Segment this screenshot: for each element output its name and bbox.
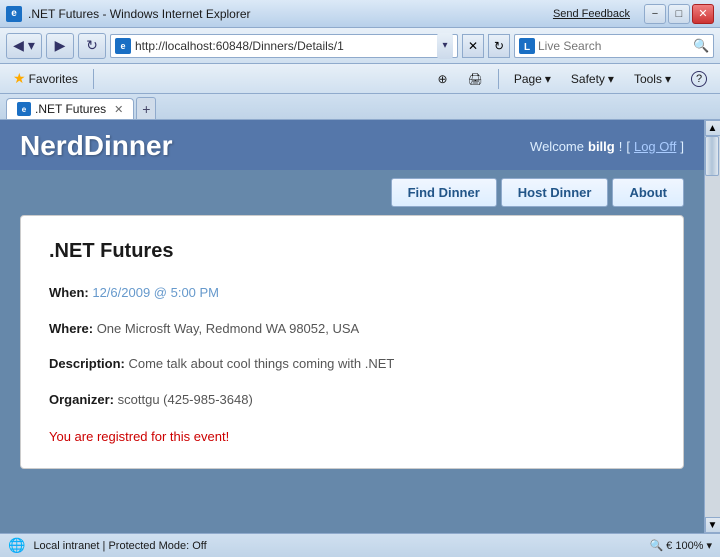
- zoom-icon: 🔍: [649, 539, 663, 552]
- status-bar: 🌐 Local intranet | Protected Mode: Off 🔍…: [0, 533, 720, 557]
- toolbar-sep-1: [93, 69, 94, 89]
- page-icon: e: [115, 38, 131, 54]
- content-area: NerdDinner Welcome billg ! [ Log Off ] F…: [0, 120, 720, 533]
- logoff-suffix: ]: [680, 139, 684, 154]
- scrollbar[interactable]: ▲ ▼: [704, 120, 720, 533]
- organizer-row: Organizer: scottgu (425-985-3648): [49, 390, 655, 410]
- page-menu-button[interactable]: Page ▾: [507, 69, 558, 89]
- username-display: billg: [588, 139, 615, 154]
- zoom-level: € 100%: [666, 540, 703, 552]
- about-button[interactable]: About: [612, 178, 684, 207]
- active-tab[interactable]: e .NET Futures ✕: [6, 98, 134, 119]
- svg-text:L: L: [524, 42, 530, 53]
- address-input[interactable]: [135, 39, 437, 53]
- new-tab-button[interactable]: +: [136, 97, 156, 119]
- close-button[interactable]: ✕: [692, 4, 714, 24]
- find-dinner-button[interactable]: Find Dinner: [391, 178, 497, 207]
- where-value: One Microsft Way, Redmond WA 98052, USA: [97, 321, 360, 336]
- help-button[interactable]: ?: [684, 68, 714, 90]
- organizer-value: scottgu (425-985-3648): [118, 392, 253, 407]
- description-label: Description:: [49, 356, 125, 371]
- welcome-text: Welcome: [530, 139, 584, 154]
- help-icon: ?: [691, 71, 707, 87]
- when-value: 12/6/2009 @ 5:00 PM: [92, 285, 219, 300]
- where-row: Where: One Microsft Way, Redmond WA 9805…: [49, 319, 655, 339]
- host-dinner-button[interactable]: Host Dinner: [501, 178, 609, 207]
- page-content: NerdDinner Welcome billg ! [ Log Off ] F…: [0, 120, 704, 533]
- where-label: Where:: [49, 321, 93, 336]
- registered-message: You are registred for this event!: [49, 429, 655, 444]
- forward-button[interactable]: ▶: [46, 33, 74, 59]
- star-icon: ★: [13, 70, 26, 87]
- rss-button[interactable]: ⊕: [431, 69, 455, 89]
- status-globe-icon: 🌐: [8, 537, 25, 554]
- window-title: .NET Futures - Windows Internet Explorer: [28, 7, 251, 21]
- tools-menu-button[interactable]: Tools ▾: [627, 69, 678, 89]
- organizer-label: Organizer:: [49, 392, 114, 407]
- site-title: NerdDinner: [20, 130, 172, 162]
- title-bar-left: e .NET Futures - Windows Internet Explor…: [6, 6, 251, 22]
- site-header: NerdDinner Welcome billg ! [ Log Off ]: [0, 120, 704, 170]
- safety-menu-button[interactable]: Safety ▾: [564, 69, 621, 89]
- status-zoom: 🔍 € 100% ▾: [649, 539, 712, 552]
- refresh-addr-button[interactable]: ↻: [488, 34, 510, 58]
- scroll-up-button[interactable]: ▲: [705, 120, 720, 136]
- back-button[interactable]: ◀ ▾: [6, 33, 42, 59]
- tab-close-icon[interactable]: ✕: [114, 103, 123, 116]
- search-logo: L: [519, 38, 535, 54]
- search-input[interactable]: [538, 39, 693, 53]
- scroll-track[interactable]: [705, 136, 720, 517]
- title-bar: e .NET Futures - Windows Internet Explor…: [0, 0, 720, 28]
- tab-bar: e .NET Futures ✕ +: [0, 94, 720, 120]
- welcome-area: Welcome billg ! [ Log Off ]: [530, 139, 684, 154]
- toolbar-sep-2: [498, 69, 499, 89]
- address-input-wrap: e ▾: [110, 34, 458, 58]
- site-nav: Find Dinner Host Dinner About: [0, 170, 704, 215]
- description-row: Description: Come talk about cool things…: [49, 354, 655, 374]
- refresh-button[interactable]: ↻: [78, 33, 106, 59]
- dinner-detail-card: .NET Futures When: 12/6/2009 @ 5:00 PM W…: [20, 215, 684, 469]
- logoff-prefix: [: [626, 139, 630, 154]
- status-zone-text: Local intranet | Protected Mode: Off: [33, 540, 206, 552]
- scroll-down-button[interactable]: ▼: [705, 517, 720, 533]
- print-button[interactable]: 🖨: [461, 69, 490, 89]
- send-feedback-link[interactable]: Send Feedback: [553, 8, 630, 20]
- address-bar: ◀ ▾ ▶ ↻ e ▾ ✕ ↻ L 🔍: [0, 28, 720, 64]
- minimize-button[interactable]: −: [644, 4, 666, 24]
- when-row: When: 12/6/2009 @ 5:00 PM: [49, 283, 655, 303]
- search-box-wrap: L 🔍: [514, 34, 714, 58]
- maximize-button[interactable]: □: [668, 4, 690, 24]
- exclamation: !: [619, 139, 623, 154]
- tab-ie-icon: e: [17, 102, 31, 116]
- when-label: When:: [49, 285, 89, 300]
- tab-label: .NET Futures: [35, 102, 106, 116]
- logoff-link[interactable]: Log Off: [634, 139, 676, 154]
- zoom-dropdown-icon[interactable]: ▾: [706, 539, 712, 552]
- stop-button[interactable]: ✕: [462, 34, 484, 58]
- dinner-title: .NET Futures: [49, 240, 655, 263]
- scroll-thumb[interactable]: [705, 136, 719, 176]
- window-controls: − □ ✕: [644, 4, 714, 24]
- ie-icon: e: [6, 6, 22, 22]
- favorites-button[interactable]: ★ Favorites: [6, 67, 85, 90]
- description-value: Come talk about cool things coming with …: [128, 356, 394, 371]
- search-button[interactable]: 🔍: [693, 36, 709, 56]
- addr-dropdown[interactable]: ▾: [437, 33, 453, 59]
- toolbar: ★ Favorites ⊕ 🖨 Page ▾ Safety ▾ Tools ▾ …: [0, 64, 720, 94]
